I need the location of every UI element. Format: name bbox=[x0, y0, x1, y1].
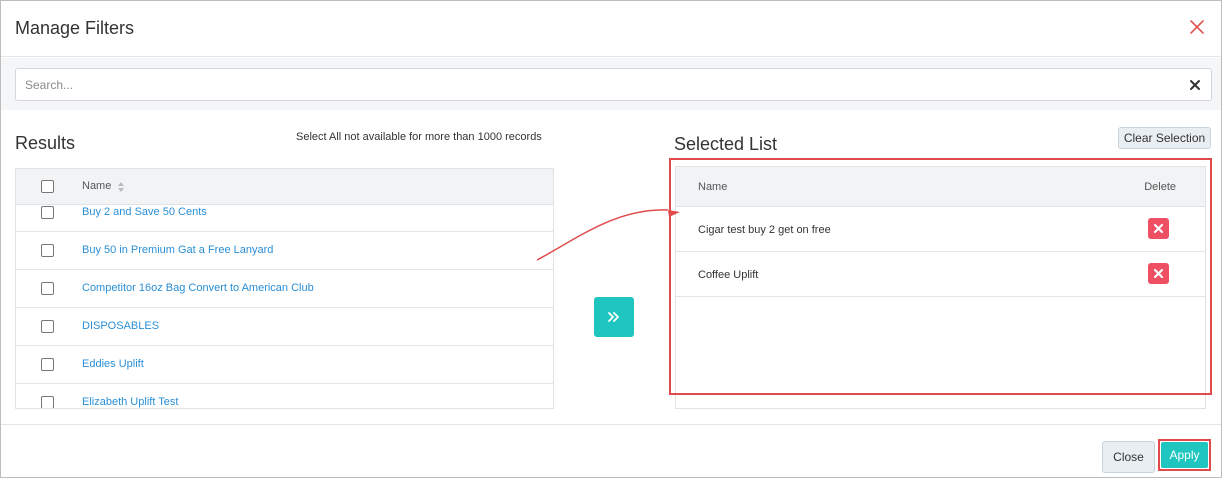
clear-search-icon[interactable] bbox=[1188, 78, 1202, 92]
search-box bbox=[15, 68, 1212, 101]
select-all-note: Select All not available for more than 1… bbox=[296, 131, 542, 143]
results-title: Results bbox=[15, 133, 76, 153]
results-table-header: Name bbox=[16, 169, 553, 205]
clear-selection-button[interactable]: Clear Selection bbox=[1118, 127, 1211, 149]
table-row: Buy 50 in Premium Gat a Free Lanyard bbox=[16, 232, 553, 270]
results-table: Name Buy 2 and Save 50 Cents Buy 50 in P… bbox=[15, 168, 554, 409]
selected-list-title: Selected List bbox=[674, 134, 778, 154]
results-name-column-header[interactable]: Name bbox=[82, 180, 111, 192]
result-link[interactable]: Buy 50 in Premium Gat a Free Lanyard bbox=[82, 244, 273, 256]
selected-list-highlight bbox=[669, 158, 1212, 395]
dialog-footer: Close Apply bbox=[1, 424, 1221, 478]
dialog-header: Manage Filters bbox=[1, 1, 1221, 57]
select-all-checkbox[interactable] bbox=[41, 180, 54, 193]
move-to-selected-button[interactable] bbox=[594, 297, 634, 337]
row-checkbox[interactable] bbox=[41, 320, 54, 333]
dialog-title: Manage Filters bbox=[15, 18, 135, 38]
manage-filters-dialog: Manage Filters Results Select All not av… bbox=[0, 0, 1222, 478]
result-link[interactable]: Competitor 16oz Bag Convert to American … bbox=[82, 282, 314, 294]
search-input[interactable] bbox=[16, 69, 1176, 100]
row-checkbox[interactable] bbox=[41, 244, 54, 257]
table-row: Eddies Uplift bbox=[16, 346, 553, 384]
table-row: DISPOSABLES bbox=[16, 308, 553, 346]
result-link[interactable]: Eddies Uplift bbox=[82, 358, 144, 370]
close-button[interactable]: Close bbox=[1102, 441, 1155, 473]
row-checkbox[interactable] bbox=[41, 206, 54, 219]
row-checkbox[interactable] bbox=[41, 282, 54, 295]
table-row: Buy 2 and Save 50 Cents bbox=[16, 206, 553, 232]
sort-icon[interactable] bbox=[117, 180, 125, 192]
close-icon[interactable] bbox=[1185, 15, 1209, 39]
table-row: Competitor 16oz Bag Convert to American … bbox=[16, 270, 553, 308]
result-link[interactable]: Elizabeth Uplift Test bbox=[82, 396, 178, 408]
apply-button[interactable]: Apply bbox=[1161, 442, 1208, 468]
row-checkbox[interactable] bbox=[41, 396, 54, 408]
search-band bbox=[1, 58, 1221, 110]
table-row: Elizabeth Uplift Test bbox=[16, 384, 553, 408]
result-link[interactable]: DISPOSABLES bbox=[82, 320, 159, 332]
results-table-body[interactable]: Buy 2 and Save 50 Cents Buy 50 in Premiu… bbox=[16, 206, 553, 408]
result-link[interactable]: Buy 2 and Save 50 Cents bbox=[82, 206, 207, 218]
row-checkbox[interactable] bbox=[41, 358, 54, 371]
